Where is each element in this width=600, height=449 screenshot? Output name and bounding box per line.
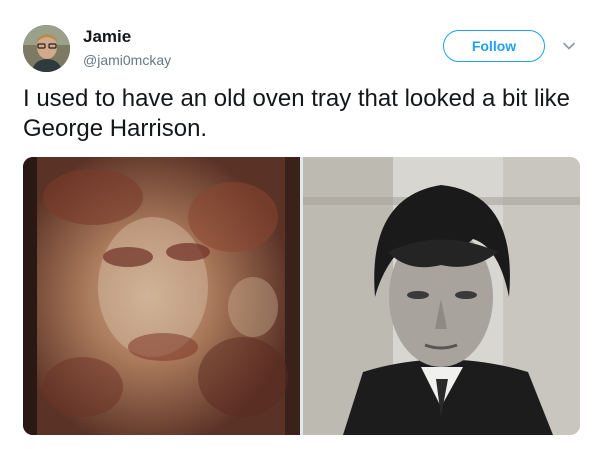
display-name[interactable]: Jamie bbox=[83, 27, 131, 47]
chevron-down-icon[interactable] bbox=[561, 38, 577, 54]
portrait-image[interactable] bbox=[303, 157, 580, 435]
tweet-text: I used to have an old oven tray that loo… bbox=[23, 85, 571, 142]
user-avatar[interactable] bbox=[23, 25, 70, 72]
follow-button[interactable]: Follow bbox=[443, 30, 545, 62]
tweet-card: Jamie @jami0mckay Follow I used to have … bbox=[0, 0, 600, 449]
media-grid bbox=[23, 157, 580, 435]
user-handle[interactable]: @jami0mckay bbox=[83, 51, 171, 69]
oven-tray-image[interactable] bbox=[23, 157, 300, 435]
